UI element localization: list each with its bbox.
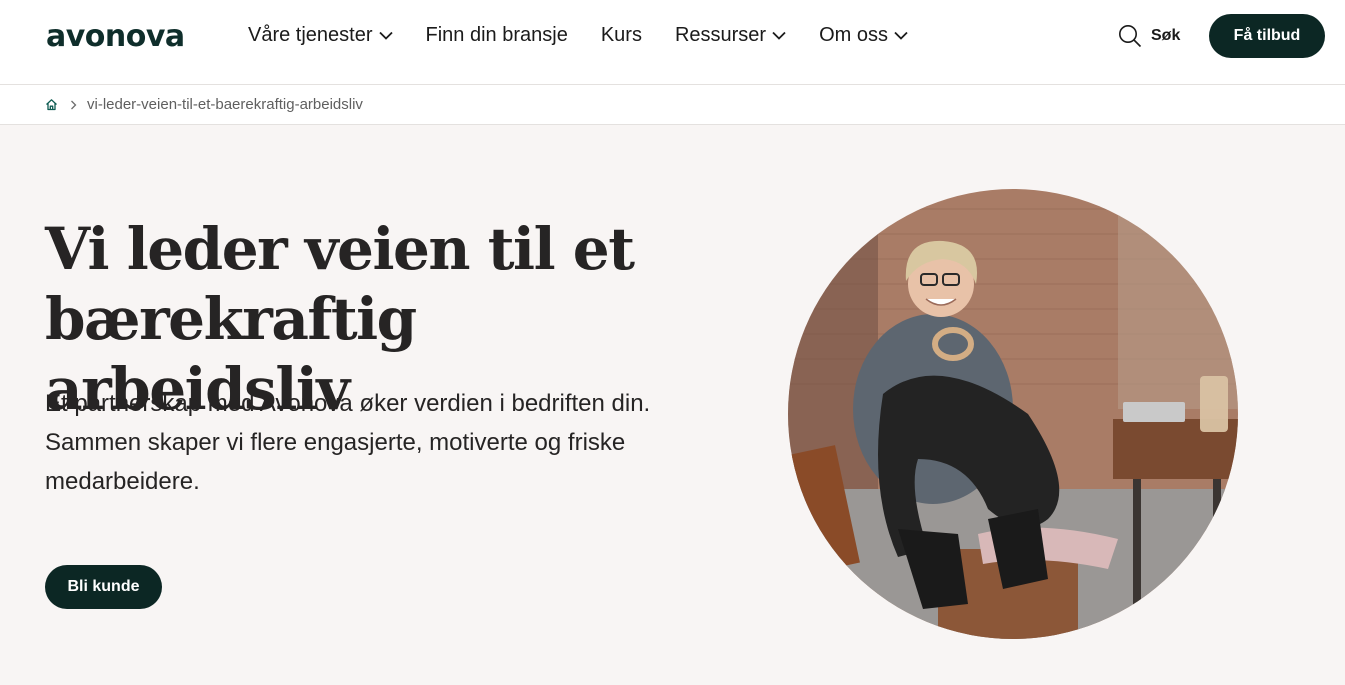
nav-item-kurs[interactable]: Kurs [601, 24, 642, 47]
nav-item-ressurser[interactable]: Ressurser [675, 24, 786, 47]
search-button[interactable]: Søk [1118, 24, 1180, 48]
nav-item-label: Finn din bransje [425, 24, 568, 46]
chevron-down-icon [772, 31, 786, 40]
home-icon[interactable] [45, 98, 58, 111]
breadcrumb: vi-leder-veien-til-et-baerekraftig-arbei… [0, 85, 1345, 125]
breadcrumb-current: vi-leder-veien-til-et-baerekraftig-arbei… [87, 96, 363, 113]
nav-item-label: Våre tjenester [248, 24, 373, 46]
get-quote-button[interactable]: Få tilbud [1209, 14, 1325, 58]
become-customer-button[interactable]: Bli kunde [45, 565, 162, 609]
nav-item-label: Ressurser [674, 24, 767, 46]
main-nav: Våre tjenester Finn din bransje Kurs Res… [248, 24, 908, 47]
nav-item-label: Om oss [819, 24, 888, 46]
site-header: avonova Våre tjenester Finn din bransje … [0, 0, 1345, 85]
nav-item-finn-din-bransje[interactable]: Finn din bransje [426, 24, 568, 47]
nav-item-label: Kurs [600, 24, 642, 46]
chevron-down-icon [378, 31, 393, 40]
hero-photo-illustration [788, 189, 1238, 639]
hero-subtitle: Et partnerskap med Avonova øker verdien … [45, 390, 651, 495]
chevron-right-icon [70, 100, 77, 110]
search-icon [1119, 25, 1142, 48]
chevron-down-icon [894, 31, 908, 40]
breadcrumb-trail: vi-leder-veien-til-et-baerekraftig-arbei… [45, 96, 363, 113]
nav-item-om-oss[interactable]: Om oss [819, 24, 908, 47]
hero-photo [788, 189, 1238, 639]
avonova-logo[interactable]: avonova [46, 19, 185, 54]
search-label: Søk [1151, 27, 1181, 44]
nav-item-vare-tjenester[interactable]: Våre tjenester [248, 24, 393, 47]
